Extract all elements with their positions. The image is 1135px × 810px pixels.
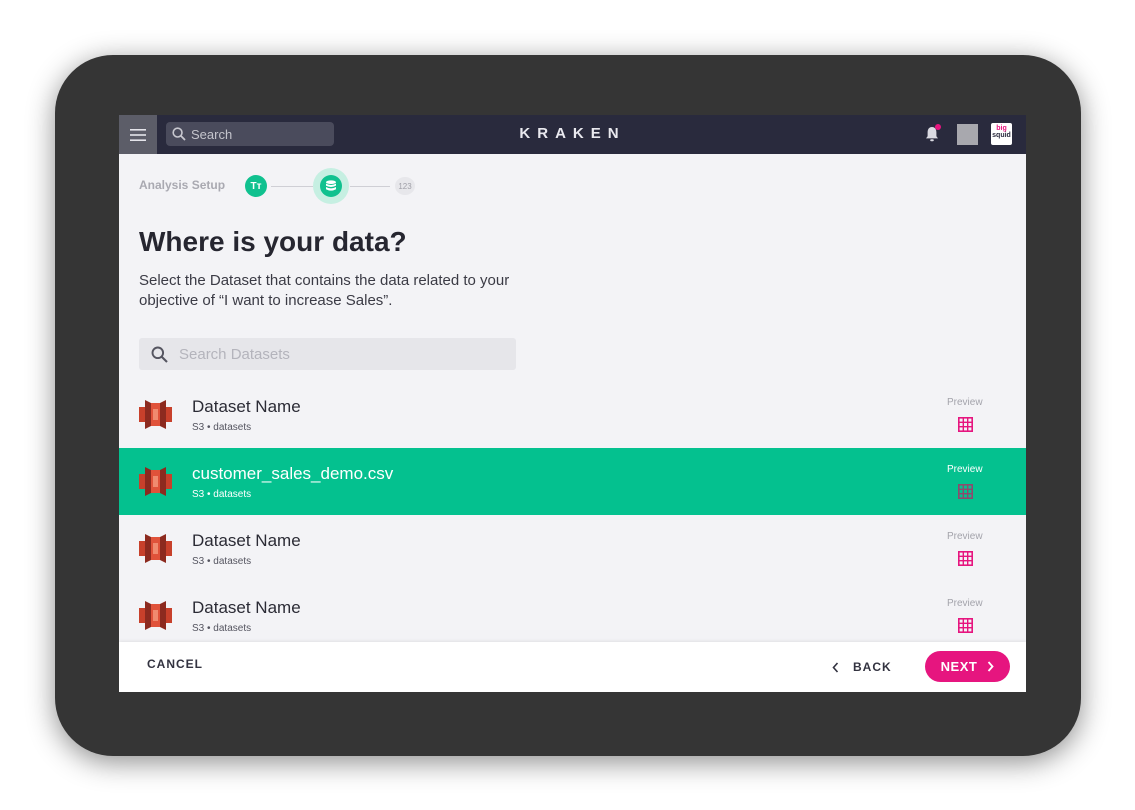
chevron-right-icon	[988, 661, 995, 672]
aws-s3-bucket-icon	[139, 400, 172, 429]
notification-badge	[935, 124, 941, 130]
search-icon	[151, 346, 168, 363]
logo-text-bottom: squid	[992, 132, 1011, 139]
dataset-search[interactable]	[139, 338, 516, 370]
company-logo: big squid	[991, 123, 1012, 145]
dataset-name: Dataset Name	[192, 397, 301, 416]
stepper-connector	[271, 186, 313, 187]
aws-s3-bucket-icon	[139, 534, 172, 563]
dataset-name: customer_sales_demo.csv	[192, 464, 394, 483]
grid-table-icon[interactable]	[958, 618, 973, 633]
dataset-meta: S3 • datasets	[192, 623, 252, 634]
avatar[interactable]	[957, 124, 978, 145]
chevron-left-icon	[832, 661, 839, 673]
step-numeric[interactable]: 123	[395, 177, 415, 195]
aws-s3-bucket-icon	[139, 601, 172, 630]
global-search-input[interactable]	[191, 126, 321, 142]
preview-label: Preview	[947, 464, 983, 475]
next-button-label: NEXT	[940, 659, 978, 674]
list-item[interactable]: Dataset Name S3 • datasets Preview	[119, 515, 1026, 582]
back-button[interactable]: BACK	[832, 656, 892, 678]
list-item[interactable]: Dataset Name S3 • datasets Preview	[119, 381, 1026, 448]
dataset-name: Dataset Name	[192, 531, 301, 550]
step-text-type[interactable]: Tт	[245, 175, 267, 197]
footer-bar: CANCEL BACK NEXT	[119, 642, 1026, 692]
page-title: Where is your data?	[139, 226, 407, 257]
preview-label: Preview	[947, 397, 983, 408]
preview-label: Preview	[947, 598, 983, 609]
aws-s3-bucket-icon	[139, 467, 172, 496]
database-icon	[326, 180, 336, 191]
app-screen: KRAKEN big squid Analysis Setup Tт 123 W…	[119, 115, 1026, 692]
dataset-name: Dataset Name	[192, 598, 301, 617]
stepper-label: Analysis Setup	[139, 178, 226, 192]
global-search[interactable]	[166, 122, 334, 146]
dataset-search-input[interactable]	[179, 345, 499, 363]
grid-table-icon[interactable]	[958, 484, 973, 499]
dataset-meta: S3 • datasets	[192, 422, 252, 433]
back-button-label: BACK	[853, 660, 892, 674]
list-item[interactable]: Dataset Name S3 • datasets Preview	[119, 582, 1026, 649]
dataset-list: Dataset Name S3 • datasets Preview custo…	[119, 381, 1026, 649]
step-data-source[interactable]	[320, 175, 342, 197]
grid-table-icon[interactable]	[958, 551, 973, 566]
page-subtitle: Select the Dataset that contains the dat…	[139, 272, 510, 309]
dataset-meta: S3 • datasets	[192, 556, 252, 567]
hamburger-menu-icon	[130, 128, 146, 141]
next-button[interactable]: NEXT	[925, 651, 1010, 682]
menu-button[interactable]	[119, 115, 157, 154]
list-item-selected[interactable]: customer_sales_demo.csv S3 • datasets Pr…	[119, 448, 1026, 515]
logo-text-top: big	[996, 125, 1007, 132]
search-icon	[172, 127, 186, 141]
preview-label: Preview	[947, 531, 983, 542]
cancel-button[interactable]: CANCEL	[147, 657, 203, 671]
stepper-connector	[350, 186, 390, 187]
grid-table-icon[interactable]	[958, 417, 973, 432]
top-bar: KRAKEN big squid	[119, 115, 1026, 154]
dataset-meta: S3 • datasets	[192, 489, 252, 500]
